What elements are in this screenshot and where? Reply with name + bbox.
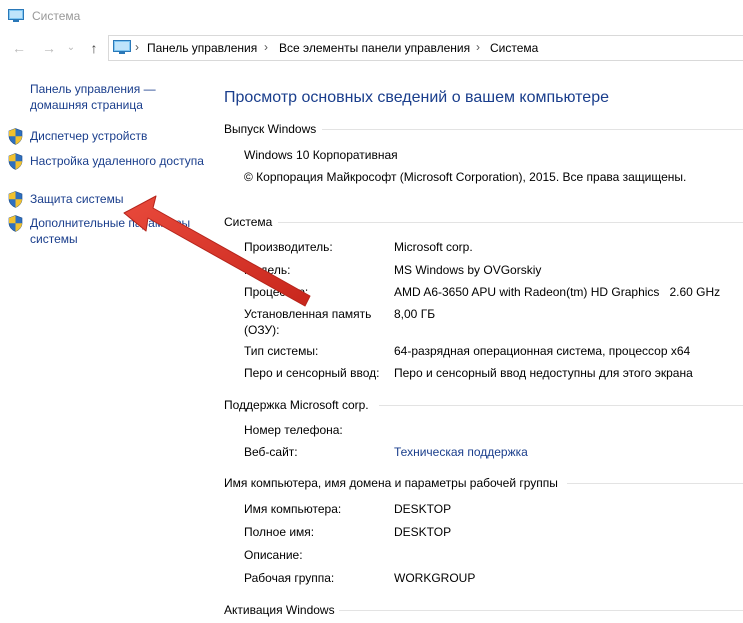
breadcrumb-separator: › [135,40,139,54]
installed-memory-label: Установленная память (ОЗУ): [244,307,372,337]
control-panel-icon [113,40,131,54]
workgroup-value: WORKGROUP [394,571,476,585]
section-divider [322,129,743,130]
breadcrumb-system[interactable]: Система [490,41,538,55]
section-heading-computer-name: Имя компьютера, имя домена и параметры р… [224,476,558,490]
recent-locations-chevron-icon[interactable]: ⌄ [62,39,80,57]
installed-memory-value: 8,00 ГБ [394,307,436,321]
model-value: MS Windows by OVGorskiy [394,263,542,277]
sidebar-item-label: Настройка удаленного доступа [30,154,204,168]
sidebar-item-label: Диспетчер устройств [30,129,148,143]
processor-label: Процессор: [244,285,309,299]
description-label: Описание: [244,548,303,562]
shield-icon [8,128,23,145]
computer-name-value: DESKTOP [394,502,452,516]
breadcrumb-control-panel[interactable]: Панель управления [147,41,257,55]
computer-icon [8,9,24,22]
full-name-label: Полное имя: [244,525,315,539]
section-divider [339,610,743,611]
system-type-value: 64-разрядная операционная система, проце… [394,344,691,358]
up-arrow-icon[interactable]: ↑ [85,39,103,57]
shield-icon [8,153,23,170]
phone-label: Номер телефона: [244,423,343,437]
back-arrow-icon[interactable]: ← [10,39,28,57]
support-website-link[interactable]: Техническая поддержка [394,444,528,460]
pen-touch-label: Перо и сенсорный ввод: [244,366,380,380]
address-bar: ← → ⌄ ↑ › Панель управления › Все элемен… [0,34,743,62]
page-title: Просмотр основных сведений о вашем компь… [224,89,609,106]
title-bar: Система [0,0,743,32]
control-panel-home-link[interactable]: Панель управления — домашняя страница [30,81,200,113]
website-label: Веб-сайт: [244,445,298,459]
breadcrumb-all-items[interactable]: Все элементы панели управления [279,41,470,55]
edition-name: Windows 10 Корпоративная [244,148,398,162]
computer-name-label: Имя компьютера: [244,502,342,516]
sidebar-item-label: Дополнительные параметры системы [30,216,191,246]
shield-icon [8,215,23,232]
sidebar: Панель управления — домашняя страница Ди… [0,70,210,623]
section-heading-activation: Активация Windows [224,603,335,617]
breadcrumb-separator: › [476,40,480,54]
section-heading-system: Система [224,215,273,229]
section-divider [567,483,743,484]
section-heading-edition: Выпуск Windows [224,122,317,136]
forward-arrow-icon[interactable]: → [40,39,58,57]
window-title: Система [32,9,81,23]
manufacturer-value: Microsoft corp. [394,240,473,254]
processor-value: AMD A6-3650 APU with Radeon(tm) HD Graph… [394,285,721,299]
pen-touch-value: Перо и сенсорный ввод недоступны для это… [394,366,693,380]
address-field[interactable]: › Панель управления › Все элементы панел… [108,35,743,61]
workgroup-label: Рабочая группа: [244,571,335,585]
system-window: Система ← → ⌄ ↑ › Панель управления › Вс… [0,0,743,623]
section-divider [278,222,743,223]
sidebar-item-device-manager[interactable]: Диспетчер устройств [8,128,208,146]
breadcrumb-separator: › [264,40,268,54]
full-name-value: DESKTOP [394,525,452,539]
model-label: Модель: [244,263,291,277]
sidebar-item-label: Защита системы [30,192,124,206]
manufacturer-label: Производитель: [244,240,333,254]
sidebar-item-advanced-settings[interactable]: Дополнительные параметры системы [8,215,208,249]
shield-icon [8,191,23,208]
sidebar-item-remote-settings[interactable]: Настройка удаленного доступа [8,153,208,187]
section-heading-support: Поддержка Microsoft corp. [224,398,369,412]
copyright-text: © Корпорация Майкрософт (Microsoft Corpo… [244,170,687,184]
section-divider [379,405,743,406]
sidebar-item-system-protection[interactable]: Защита системы [8,191,208,209]
system-type-label: Тип системы: [244,344,319,358]
